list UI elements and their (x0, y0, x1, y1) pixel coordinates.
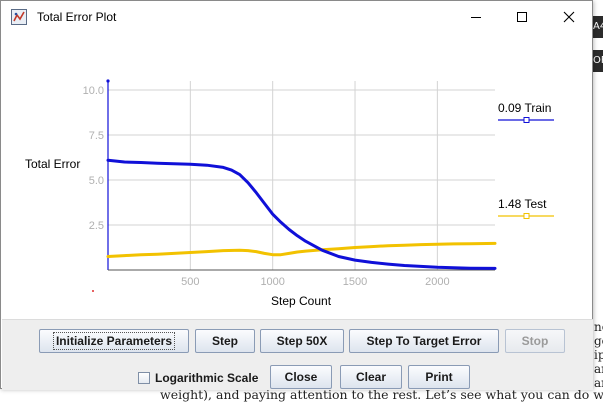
series-point-test (173, 252, 175, 255)
background-side-line: ge (594, 334, 603, 348)
series-point-train (206, 164, 208, 166)
series-point-test (354, 246, 356, 249)
step-50x-label: Step 50X (276, 334, 328, 348)
series-point-train (469, 267, 472, 270)
x-tick-label: 1000 (260, 276, 284, 288)
series-point-test (453, 243, 455, 245)
series-point-train (222, 166, 225, 169)
series-point-test (288, 252, 290, 255)
series-point-test (494, 242, 496, 245)
series-point-train (140, 161, 142, 164)
series-point-test (469, 242, 472, 245)
error-chart: 10.07.55.02.5500 1000 1500 2000 0.09 Train … (83, 79, 554, 292)
series-point-train (156, 162, 159, 165)
series-point-test (296, 251, 299, 253)
step-label: Step (211, 334, 238, 348)
background-tab-mid: OF (593, 50, 603, 72)
initialize-parameters-button[interactable]: Initialize Parameters (39, 329, 189, 353)
series-point-test (436, 243, 439, 246)
background-tab-top: A4 (593, 16, 603, 38)
series-point-train (370, 261, 373, 264)
series-point-test (387, 244, 389, 247)
series-point-test (370, 245, 373, 248)
series-point-train (189, 163, 192, 166)
series-point-train (247, 181, 249, 184)
series-point-train (280, 221, 282, 224)
legend-test-label: 1.48 Test (498, 197, 547, 211)
series-point-test (107, 255, 109, 258)
series-point-test (263, 252, 266, 255)
series-point-train (403, 264, 406, 267)
close-label: Close (284, 370, 318, 384)
series-point-train (107, 159, 109, 161)
legend-test-marker (523, 213, 530, 219)
series-point-test (420, 243, 422, 246)
series-point-train (453, 267, 455, 269)
background-side-line: ne (594, 320, 603, 334)
clear-button[interactable]: Clear (340, 365, 402, 389)
background-side-line: ip (594, 348, 603, 362)
logarithmic-scale-label: Logarithmic Scale (155, 371, 259, 385)
clear-label: Clear (355, 370, 387, 384)
origin-marker (92, 290, 94, 292)
series-point-test (123, 254, 126, 257)
series-point-train (436, 266, 439, 269)
series-point-train (354, 259, 356, 261)
series-point-test (206, 250, 208, 253)
series-point-train (230, 169, 233, 171)
initialize-parameters-label: Initialize Parameters (52, 332, 176, 350)
total-error-plot-window: Total Error Plot Total Error Step Count … (0, 0, 593, 390)
series-point-train (304, 240, 307, 242)
series-point-train (271, 213, 274, 215)
series-point-train (263, 202, 266, 205)
x-tick-label: 2000 (425, 276, 449, 288)
series-point-test (247, 249, 249, 252)
y-tick-label: 10.0 (83, 85, 104, 97)
y-tick-label: 2.5 (89, 220, 104, 232)
background-side-line: ar (594, 362, 603, 376)
x-tick-label: 1500 (343, 276, 367, 288)
series-point-test (222, 249, 225, 252)
series-point-test (403, 244, 406, 246)
series-point-train (387, 263, 389, 265)
series-point-test (156, 253, 159, 255)
series-point-test (140, 253, 142, 256)
series-point-test (238, 249, 241, 251)
logarithmic-scale-toggle[interactable]: Logarithmic Scale (138, 369, 258, 387)
series-point-train (321, 249, 323, 251)
print-button[interactable]: Print (408, 365, 470, 389)
series-point-train (173, 163, 175, 165)
series-point-test (304, 250, 307, 252)
series-point-train (494, 267, 496, 270)
series-point-test (271, 253, 274, 256)
step-button[interactable]: Step (195, 329, 255, 353)
series-point-train (337, 255, 340, 258)
y-tick-label: 7.5 (89, 130, 104, 142)
series-point-train (288, 228, 290, 231)
series-point-train (123, 161, 126, 163)
series-point-test (189, 251, 192, 254)
step-50x-button[interactable]: Step 50X (260, 329, 344, 353)
legend-train-label: 0.09 Train (498, 101, 551, 115)
close-button[interactable]: Close (270, 365, 332, 389)
y-axis-top-marker (106, 79, 110, 83)
stop-label: Stop (521, 334, 549, 348)
series-point-train (296, 235, 299, 237)
logarithmic-scale-checkbox[interactable] (138, 372, 150, 384)
x-tick-label: 500 (181, 276, 199, 288)
step-to-target-error-button[interactable]: Step To Target Error (349, 329, 499, 353)
stop-button[interactable]: Stop (505, 329, 565, 353)
step-to-target-error-label: Step To Target Error (366, 334, 482, 348)
series-point-test (255, 250, 257, 253)
series-point-test (280, 253, 282, 256)
series-point-train (255, 191, 257, 194)
legend-train-marker (523, 117, 530, 123)
y-tick-label: 5.0 (89, 175, 104, 187)
series-point-train (238, 173, 241, 176)
print-label: Print (425, 370, 453, 384)
series-point-train (420, 265, 422, 268)
series-point-test (337, 248, 340, 250)
control-panel: Initialize Parameters Step Step 50X Step… (2, 319, 593, 390)
